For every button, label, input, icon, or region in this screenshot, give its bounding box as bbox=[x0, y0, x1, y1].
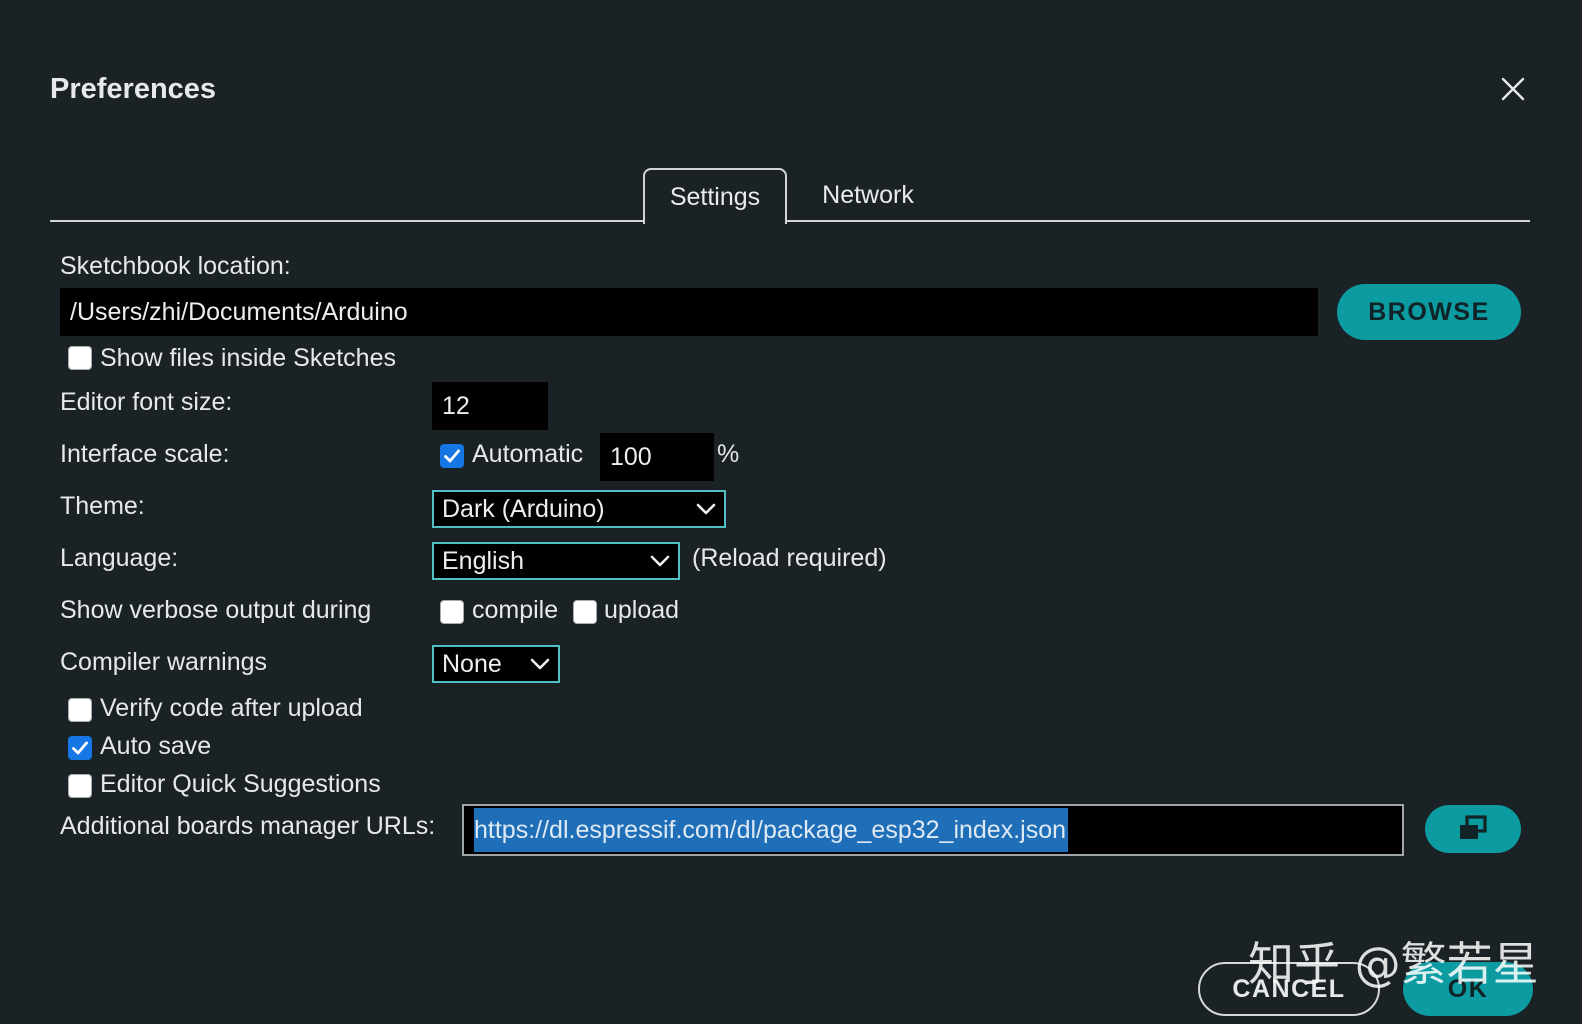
boards-urls-selected-text: https://dl.espressif.com/dl/package_esp3… bbox=[474, 808, 1069, 852]
edit-urls-button[interactable] bbox=[1425, 805, 1521, 853]
theme-select-value: Dark (Arduino) bbox=[442, 494, 605, 523]
verbose-upload-label: upload bbox=[604, 596, 680, 624]
reload-required-note: (Reload required) bbox=[692, 544, 887, 572]
background-editor-strip bbox=[0, 0, 1582, 5]
automatic-scale-label: Automatic bbox=[472, 440, 584, 468]
checkmark-icon bbox=[444, 449, 460, 463]
checkmark-icon bbox=[72, 741, 88, 755]
chevron-down-icon bbox=[696, 503, 716, 515]
percent-unit: % bbox=[717, 440, 740, 468]
sketchbook-path-input[interactable]: /Users/zhi/Documents/Arduino bbox=[60, 288, 1318, 336]
language-select-value: English bbox=[442, 546, 524, 575]
show-files-label: Show files inside Sketches bbox=[100, 344, 396, 372]
auto-save-checkbox[interactable] bbox=[68, 736, 92, 760]
ok-button[interactable]: OK bbox=[1403, 962, 1533, 1016]
boards-urls-input[interactable]: https://dl.espressif.com/dl/package_esp3… bbox=[462, 804, 1404, 856]
verbose-label: Show verbose output during bbox=[60, 596, 372, 624]
editor-font-size-input[interactable]: 12 bbox=[432, 382, 548, 430]
theme-label: Theme: bbox=[60, 492, 145, 520]
browse-button[interactable]: BROWSE bbox=[1337, 284, 1521, 340]
verbose-compile-label: compile bbox=[472, 596, 559, 624]
interface-scale-label: Interface scale: bbox=[60, 440, 230, 468]
verbose-compile-checkbox[interactable] bbox=[440, 600, 464, 624]
language-select[interactable]: English bbox=[432, 542, 680, 580]
compiler-warnings-select[interactable]: None bbox=[432, 645, 560, 683]
open-window-icon bbox=[1460, 815, 1487, 839]
language-label: Language: bbox=[60, 544, 179, 572]
cancel-button[interactable]: CANCEL bbox=[1198, 962, 1380, 1016]
chevron-down-icon bbox=[530, 658, 550, 670]
compiler-warnings-value: None bbox=[442, 649, 502, 678]
verbose-upload-checkbox[interactable] bbox=[573, 600, 597, 624]
tab-settings[interactable]: Settings bbox=[643, 168, 787, 224]
chevron-down-icon bbox=[650, 555, 670, 567]
dialog-title: Preferences bbox=[50, 73, 217, 105]
editor-font-size-label: Editor font size: bbox=[60, 388, 233, 416]
compiler-warnings-label: Compiler warnings bbox=[60, 648, 268, 676]
quick-suggestions-checkbox[interactable] bbox=[68, 774, 92, 798]
show-files-checkbox[interactable] bbox=[68, 346, 92, 370]
verify-code-label: Verify code after upload bbox=[100, 694, 363, 722]
close-icon[interactable] bbox=[1496, 72, 1530, 106]
boards-urls-label: Additional boards manager URLs: bbox=[60, 812, 436, 840]
interface-scale-input[interactable]: 100 bbox=[600, 433, 714, 481]
verify-code-checkbox[interactable] bbox=[68, 698, 92, 722]
automatic-scale-checkbox[interactable] bbox=[440, 444, 464, 468]
sketchbook-label: Sketchbook location: bbox=[60, 252, 291, 280]
auto-save-label: Auto save bbox=[100, 732, 212, 760]
tab-underline bbox=[50, 220, 1530, 222]
theme-select[interactable]: Dark (Arduino) bbox=[432, 490, 726, 528]
tab-network[interactable]: Network bbox=[800, 168, 936, 222]
quick-suggestions-label: Editor Quick Suggestions bbox=[100, 770, 381, 798]
